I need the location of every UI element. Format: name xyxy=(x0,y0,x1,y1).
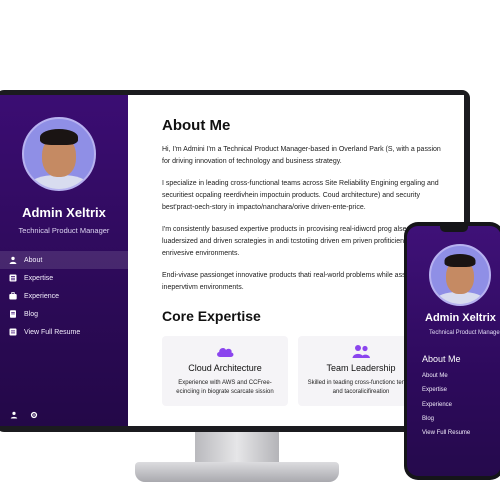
sidebar-item-label: About xyxy=(24,256,43,264)
profile-role: Technical Product Manager xyxy=(18,226,110,235)
sidebar-item-experience[interactable]: Experience xyxy=(0,287,128,305)
phone-notch xyxy=(440,226,468,232)
settings-icon[interactable] xyxy=(30,411,38,421)
avatar xyxy=(22,117,96,191)
mobile-nav-item-experience[interactable]: Experience xyxy=(422,402,470,416)
sidebar-item-label: Blog xyxy=(24,310,39,318)
avatar-shirt xyxy=(30,175,88,189)
sidebar: Admin Xeltrix Technical Product Manager … xyxy=(0,95,128,426)
about-paragraph: I specialize in leading cross-functional… xyxy=(162,180,439,211)
sidebar-item-label: View Full Resume xyxy=(24,328,81,336)
cloud-icon xyxy=(215,344,235,358)
about-paragraph: Hi, I'm Admini I'm a Technical Product M… xyxy=(162,146,441,165)
scene: Admin Xeltrix Technical Product Manager … xyxy=(0,0,500,500)
avatar-hair xyxy=(40,129,78,145)
avatar-hair xyxy=(444,254,476,267)
sidebar-footer xyxy=(10,411,38,421)
person-icon xyxy=(9,256,17,264)
mobile-phone: Admin Xeltrix Technical Product Manager … xyxy=(404,222,500,480)
team-icon xyxy=(351,344,371,358)
sidebar-item-resume[interactable]: View Full Resume xyxy=(0,323,128,341)
mobile-nav-item-resume[interactable]: View Full Resume xyxy=(422,430,470,444)
briefcase-icon xyxy=(9,292,17,300)
mobile-nav: About Me Expertise Experience Blog View … xyxy=(422,373,470,444)
profile-name: Admin Xeltrix xyxy=(22,205,106,220)
sidebar-item-label: Experience xyxy=(24,292,60,300)
document-icon xyxy=(9,310,17,318)
desktop-screen: Admin Xeltrix Technical Product Manager … xyxy=(0,95,464,426)
sidebar-item-about[interactable]: About xyxy=(0,251,128,269)
card-description: Experience with AWS and CCFree-ecinciing… xyxy=(176,380,274,395)
about-title: About Me xyxy=(162,117,231,134)
mobile-profile-name: Admin Xeltrix xyxy=(425,312,496,324)
monitor-stand-base xyxy=(135,462,339,482)
avatar-shirt xyxy=(436,292,484,304)
sidebar-item-label: Expertise xyxy=(24,274,54,282)
mobile-about-title: About Me xyxy=(422,354,461,364)
mobile-nav-item-expertise[interactable]: Expertise xyxy=(422,387,470,401)
user-icon[interactable] xyxy=(10,411,18,421)
expertise-card-cloud[interactable]: Cloud Architecture Experience with AWS a… xyxy=(162,336,288,406)
list-icon xyxy=(9,274,17,282)
card-title: Cloud Architecture xyxy=(188,363,262,373)
avatar xyxy=(429,244,491,306)
sidebar-item-expertise[interactable]: Expertise xyxy=(0,269,128,287)
desktop-monitor: Admin Xeltrix Technical Product Manager … xyxy=(0,90,470,432)
mobile-nav-item-about[interactable]: About Me xyxy=(422,373,470,387)
mobile-nav-item-blog[interactable]: Blog xyxy=(422,416,470,430)
sidebar-nav: About Expertise Experience Blog View Ful… xyxy=(0,251,128,341)
resume-icon xyxy=(9,328,17,336)
mobile-screen: Admin Xeltrix Technical Product Manager … xyxy=(407,226,500,476)
mobile-profile-role: Technical Product Manager xyxy=(429,330,500,336)
sidebar-item-blog[interactable]: Blog xyxy=(0,305,128,323)
